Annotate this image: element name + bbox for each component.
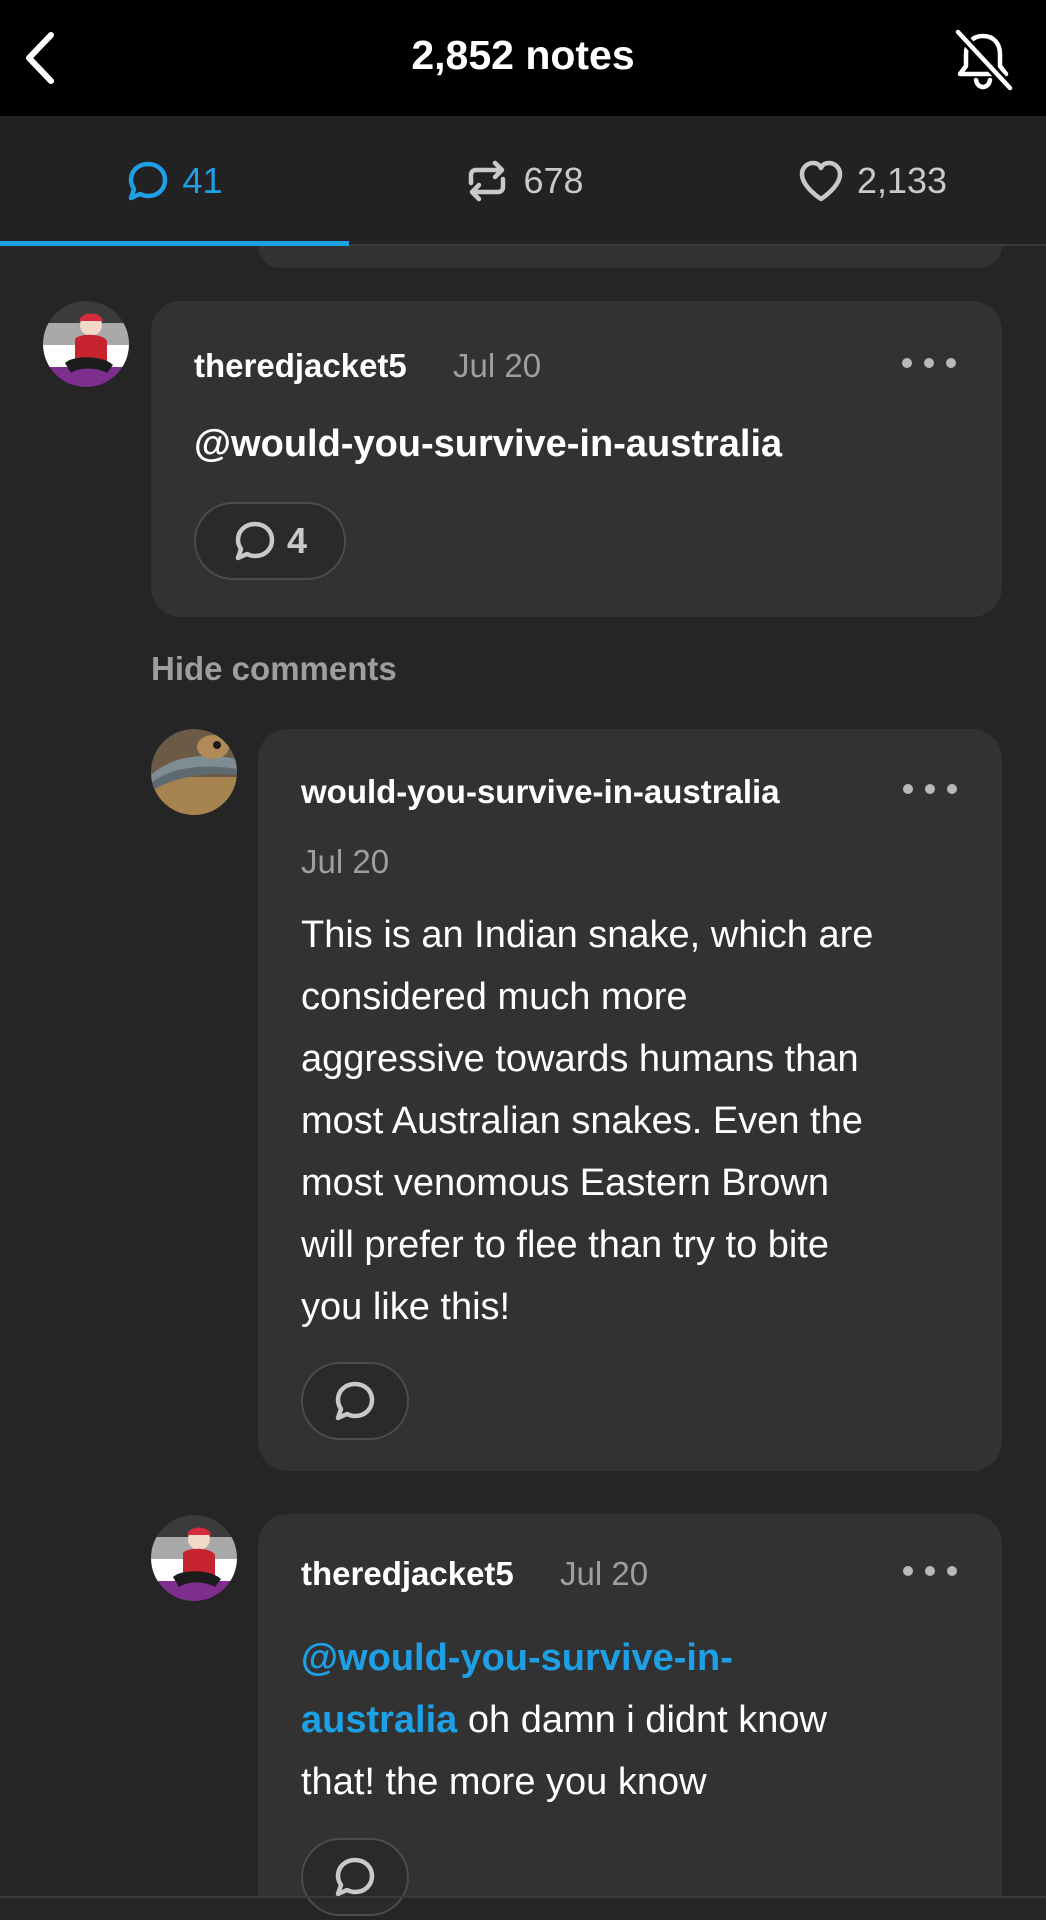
user-avatar-image — [151, 1515, 237, 1601]
comment-date: Jul 20 — [453, 347, 542, 384]
comment-card: theredjacket5 Jul 20 @would-you-survive-… — [151, 301, 1002, 617]
reply-count: 4 — [286, 520, 308, 561]
more-dot — [946, 358, 956, 368]
user-avatar-image — [151, 729, 237, 815]
speech-bubble-icon — [335, 1381, 375, 1421]
replies-count: 41 — [182, 160, 223, 201]
reblog-icon — [469, 160, 506, 202]
more-dot — [925, 784, 935, 794]
user-avatar-image — [43, 301, 129, 387]
reply-body: @would-you-survive-in- australia oh damn… — [301, 1627, 981, 1813]
previous-comment-card — [258, 246, 1002, 268]
tab-likes[interactable]: 2,133 — [698, 116, 1046, 246]
more-dot — [902, 358, 912, 368]
reply-text: oh damn i didnt know — [457, 1699, 827, 1741]
heart-icon — [799, 160, 843, 202]
more-dot — [947, 1566, 957, 1576]
reply-line: This is an Indian snake, which are — [301, 914, 874, 956]
mute-notifications-button[interactable] — [948, 24, 1018, 94]
reply-date: Jul 20 — [560, 1555, 649, 1592]
bottom-divider — [0, 1896, 1046, 1898]
reply-text: that! the more you know — [301, 1761, 707, 1803]
speech-bubble-icon — [335, 1857, 375, 1897]
comment-username[interactable]: theredjacket5 — [194, 347, 407, 385]
avatar[interactable] — [151, 729, 237, 815]
reply-username[interactable]: would-you-survive-in-australia — [301, 773, 780, 811]
reply-line: considered much more — [301, 976, 688, 1018]
likes-count: 2,133 — [856, 160, 948, 201]
reply-line: most venomous Eastern Brown — [301, 1162, 830, 1204]
reply-button[interactable] — [301, 1838, 409, 1916]
reply-username[interactable]: theredjacket5 — [301, 1555, 514, 1593]
reply-card: would-you-survive-in-australia Jul 20 Th… — [258, 729, 1002, 1471]
more-dot — [924, 358, 934, 368]
reply-line: most Australian snakes. Even the — [301, 1100, 863, 1142]
reply-body: This is an Indian snake, which are consi… — [301, 904, 981, 1338]
avatar[interactable] — [43, 301, 129, 387]
avatar[interactable] — [151, 1515, 237, 1601]
more-dot — [947, 784, 957, 794]
replies-button[interactable]: 4 — [194, 502, 346, 580]
reply-button[interactable] — [301, 1362, 409, 1440]
reblogs-count: 678 — [523, 160, 584, 201]
page-title: 2,852 notes — [411, 32, 635, 78]
more-options-button[interactable] — [902, 348, 956, 378]
reply-mention-continued[interactable]: australia — [301, 1699, 457, 1741]
hide-comments-link[interactable]: Hide comments — [151, 650, 397, 688]
bell-off-icon — [954, 28, 1014, 92]
tab-reblogs[interactable]: 678 — [349, 116, 698, 246]
notes-tabs: 41 678 2,133 — [0, 116, 1046, 246]
more-options-button[interactable] — [903, 774, 957, 804]
more-dot — [925, 1566, 935, 1576]
top-bar: 2,852 notes — [0, 0, 1046, 116]
reply-line: you like this! — [301, 1286, 511, 1328]
reply-mention[interactable]: @would-you-survive-in- — [301, 1637, 733, 1679]
tab-replies[interactable]: 41 — [0, 116, 349, 246]
reply-line: will prefer to flee than try to bite — [301, 1224, 830, 1266]
more-options-button[interactable] — [903, 1556, 957, 1586]
comment-mention[interactable]: @would-you-survive-in-australia — [194, 413, 782, 475]
reply-date: Jul 20 — [301, 843, 390, 880]
more-dot — [903, 1566, 913, 1576]
reply-card: theredjacket5 Jul 20 @would-you-survive-… — [258, 1514, 1002, 1916]
more-dot — [903, 784, 913, 794]
speech-bubble-icon — [235, 521, 275, 561]
reply-line: aggressive towards humans than — [301, 1038, 859, 1080]
speech-bubble-icon — [129, 161, 168, 201]
